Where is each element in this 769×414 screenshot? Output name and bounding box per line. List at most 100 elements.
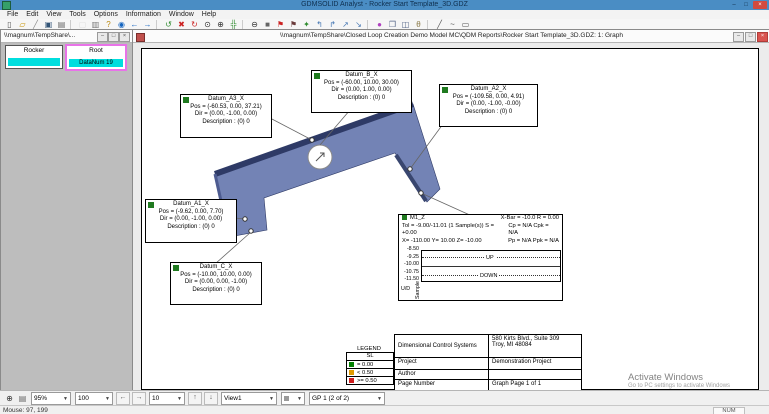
minimize-button[interactable]: – bbox=[728, 1, 740, 9]
graph-minimize-button[interactable]: – bbox=[733, 32, 744, 42]
center-line bbox=[422, 266, 560, 267]
legend-label: >= 0.50 bbox=[357, 378, 377, 384]
scale-value: 100 bbox=[78, 395, 89, 402]
move-down-button[interactable]: ↓ bbox=[204, 392, 218, 405]
datum-title: Datum_A1_X bbox=[146, 201, 236, 209]
ytick: -8.50 bbox=[399, 246, 419, 252]
child-close-button[interactable]: × bbox=[119, 32, 130, 42]
prev-page-button[interactable]: ← bbox=[116, 392, 130, 405]
graph-page-select[interactable]: GP 1 (2 of 2) ▼ bbox=[309, 392, 385, 405]
graph-close-button[interactable]: × bbox=[757, 32, 768, 42]
datum-pos: Pos = (-60.53, 0.00, 37.21) bbox=[181, 104, 271, 112]
datum-pos: Pos = (-10.00, 10.00, 0.00) bbox=[171, 272, 261, 280]
measurement-tol: Tol = -9.00/-11.01 (1 Sample(s)) S = +0.… bbox=[402, 223, 508, 238]
datum-desc: Description : (0) 0 bbox=[171, 287, 261, 295]
author-value bbox=[489, 370, 581, 379]
legend-row: >= 0.50 bbox=[347, 376, 393, 384]
control-chart: UP DOWN bbox=[421, 250, 561, 282]
status-square-icon bbox=[442, 87, 448, 93]
datum-box-a3[interactable]: Datum_A3_X Pos = (-60.53, 0.00, 37.21) D… bbox=[180, 94, 272, 138]
datum-pos: Pos = (-109.58, 0.00, 4.91) bbox=[440, 94, 537, 102]
measurement-box-m1z[interactable]: M1_Z X-Bar = -10.0 R = 0.00 Tol = -9.00/… bbox=[398, 214, 563, 301]
project-value: Demonstration Project bbox=[489, 358, 581, 369]
datum-title: Datum_A3_X bbox=[181, 96, 271, 104]
datum-dir: Dir = (0.00, -1.00, 0.00) bbox=[146, 216, 236, 224]
menu-options[interactable]: Options bbox=[90, 10, 122, 19]
lower-limit-label: DOWN bbox=[478, 272, 499, 280]
chevron-down-icon: ▼ bbox=[377, 396, 382, 402]
legend-label: < 0.50 bbox=[357, 370, 373, 376]
legend-row: < 0.50 bbox=[347, 368, 393, 376]
app-icon bbox=[2, 1, 11, 10]
datum-title: Datum_C_X bbox=[171, 264, 261, 272]
app-titlebar[interactable]: GDMSOLID Analyst - Rocker Start Template… bbox=[0, 0, 769, 10]
menu-window[interactable]: Window bbox=[165, 10, 198, 19]
node-value[interactable] bbox=[8, 58, 60, 66]
menu-edit[interactable]: Edit bbox=[22, 10, 42, 19]
graph-window: \\magnum\TempShare\Closed Loop Creation … bbox=[132, 29, 769, 392]
menu-file[interactable]: File bbox=[3, 10, 22, 19]
datum-box-b[interactable]: Datum_B_X Pos = (-60.00, 10.00, 30.00) D… bbox=[311, 70, 412, 113]
datum-pos: Pos = (-60.00, 10.00, 30.00) bbox=[312, 80, 411, 88]
datum-point-c[interactable] bbox=[249, 229, 253, 233]
menu-help[interactable]: Help bbox=[198, 10, 220, 19]
chevron-down-icon: ▼ bbox=[177, 396, 182, 402]
lower-limit-line: DOWN bbox=[422, 275, 560, 276]
datum-dir: Dir = (0.00, -1.00, 0.00) bbox=[181, 111, 271, 119]
print-preview-icon[interactable]: ▤ bbox=[16, 393, 29, 404]
node-value[interactable]: DataNum 19 bbox=[69, 59, 123, 67]
maximize-button[interactable]: □ bbox=[740, 1, 752, 9]
leader-m1 bbox=[421, 193, 472, 216]
datum-title: Datum_B_X bbox=[312, 72, 411, 80]
app-title: GDMSOLID Analyst - Rocker Start Template… bbox=[301, 1, 468, 8]
measurement-title: M1_Z bbox=[410, 215, 425, 221]
datum-point-a2[interactable] bbox=[408, 167, 412, 171]
font-size-select[interactable]: 10 ▼ bbox=[149, 392, 185, 405]
menu-information[interactable]: Information bbox=[122, 10, 165, 19]
node-label: Rocker bbox=[6, 46, 62, 56]
datum-desc: Description : (0) 0 bbox=[146, 224, 236, 232]
status-square-icon bbox=[173, 265, 179, 271]
datum-point-a1[interactable] bbox=[243, 217, 247, 221]
child-restore-button[interactable]: □ bbox=[108, 32, 119, 42]
graph-titlebar[interactable]: \\magnum\TempShare\Closed Loop Creation … bbox=[133, 30, 769, 43]
model-tree-title: \\magnum\TempShare\... bbox=[1, 32, 75, 39]
menu-view[interactable]: View bbox=[42, 10, 65, 19]
next-page-button[interactable]: → bbox=[132, 392, 146, 405]
model-tree-window: \\magnum\TempShare\... – □ × Rocker Root… bbox=[0, 29, 133, 392]
datum-box-c[interactable]: Datum_C_X Pos = (-10.00, 10.00, 0.00) Di… bbox=[170, 262, 262, 305]
project-label: Project bbox=[395, 358, 489, 369]
tree-node-root[interactable]: Root DataNum 19 bbox=[65, 44, 127, 71]
upper-limit-label: UP bbox=[484, 254, 496, 262]
move-up-button[interactable]: ↑ bbox=[188, 392, 202, 405]
view-select[interactable]: View1 ▼ bbox=[221, 392, 277, 405]
close-button[interactable]: × bbox=[753, 1, 767, 9]
bottom-toolbar: ⊕ ▤ 95% ▼ 100 ▼ ← → 10 ▼ ↑ ↓ View1 ▼ ▼ G… bbox=[0, 390, 769, 406]
ytick: -9.25 bbox=[399, 254, 419, 260]
leader-a3 bbox=[270, 118, 312, 140]
datum-box-a1[interactable]: Datum_A1_X Pos = (-9.62, 0.00, 7.70) Dir… bbox=[145, 199, 237, 243]
datum-title: Datum_A2_X bbox=[440, 86, 537, 94]
chevron-down-icon: ▼ bbox=[105, 396, 110, 402]
datum-point-a3[interactable] bbox=[310, 138, 314, 142]
zoom-percent-select[interactable]: 95% ▼ bbox=[31, 392, 71, 405]
datum-dir: Dir = (0.00, -1.00, -0.00) bbox=[440, 101, 537, 109]
graph-maximize-button[interactable]: □ bbox=[745, 32, 756, 42]
measurement-point-m1[interactable] bbox=[419, 191, 423, 195]
child-minimize-button[interactable]: – bbox=[97, 32, 108, 42]
upper-limit-line: UP bbox=[422, 257, 560, 258]
legend: LEGEND SL = 0.00 < 0.50 >= 0.50 bbox=[346, 346, 392, 385]
datum-box-a2[interactable]: Datum_A2_X Pos = (-109.58, 0.00, 4.91) D… bbox=[439, 84, 538, 127]
graph-canvas[interactable]: Datum_A3_X Pos = (-60.53, 0.00, 37.21) D… bbox=[141, 48, 759, 390]
measurement-xbar: X-Bar = -10.0 R = 0.00 bbox=[501, 215, 559, 223]
title-block: Dimensional Control Systems 580 Kirts Bl… bbox=[394, 334, 582, 392]
model-tree-titlebar[interactable]: \\magnum\TempShare\... – □ × bbox=[1, 30, 132, 43]
menu-tools[interactable]: Tools bbox=[65, 10, 89, 19]
measurement-coords: X= -110.00 Y= 10.00 Z= -10.00 bbox=[402, 238, 482, 246]
tool-select[interactable]: ▼ bbox=[281, 392, 305, 405]
view-value: View1 bbox=[224, 395, 242, 402]
tree-node-rocker[interactable]: Rocker bbox=[5, 45, 63, 69]
status-square-icon bbox=[402, 215, 407, 220]
zoom-tool-icon[interactable]: ⊕ bbox=[3, 393, 16, 404]
scale-select[interactable]: 100 ▼ bbox=[75, 392, 113, 405]
